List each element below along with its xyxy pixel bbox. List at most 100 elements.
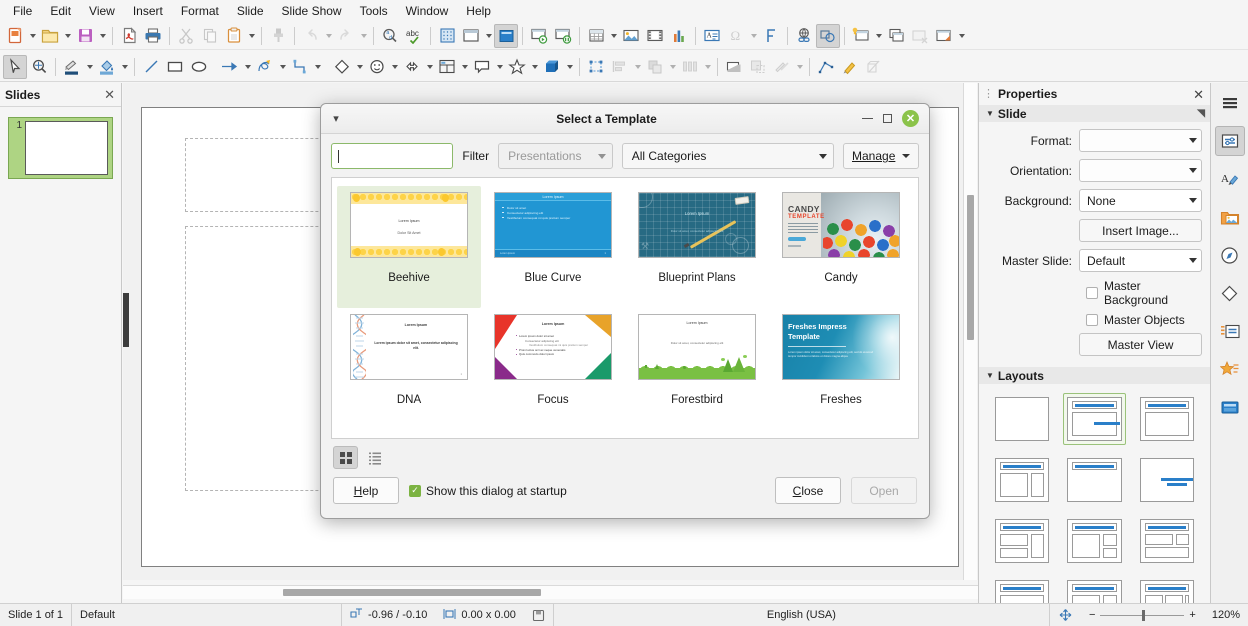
curves-polygons-icon[interactable] [253,55,277,79]
print-icon[interactable] [141,24,165,48]
background-dropdown[interactable]: None [1079,189,1202,212]
master-view-button[interactable]: Master View [1079,333,1202,356]
flowchart-icon[interactable] [435,55,459,79]
glue-points-icon[interactable] [838,55,862,79]
gallery-icon[interactable] [1215,202,1245,232]
slide-panel-header[interactable]: ▼ Slide ◥ [979,105,1210,122]
layout-title-two-content-content[interactable] [991,515,1053,567]
master-background-checkbox[interactable] [1086,287,1098,299]
callout-shapes-icon[interactable] [470,55,494,79]
align-objects-dropdown-icon[interactable] [632,55,643,79]
menu-tools[interactable]: Tools [351,2,397,20]
language-status[interactable]: English (USA) [552,603,1049,626]
search-input[interactable] [331,143,454,169]
menu-edit[interactable]: Edit [41,2,80,20]
manage-button[interactable]: Manage [843,143,919,169]
layout-title-content[interactable] [1063,393,1126,445]
shapes-icon[interactable] [1215,278,1245,308]
template-item-forestbird[interactable]: Lorem Ipsum Dolor sit amet, consectetur … [625,308,769,430]
master-objects-checkbox[interactable] [1086,314,1098,326]
special-character-icon[interactable]: Ω [724,24,748,48]
connectors-dropdown-icon[interactable] [312,55,323,79]
close-icon[interactable]: ✕ [104,88,115,101]
format-dropdown[interactable] [1079,129,1202,152]
line-color-dropdown-icon[interactable] [84,55,95,79]
start-from-first-slide-icon[interactable] [527,24,551,48]
new-slide-dropdown-icon[interactable] [873,24,884,48]
hyperlink-icon[interactable] [792,24,816,48]
sidebar-settings-icon[interactable] [1215,88,1245,118]
layout-centered-text[interactable] [1136,454,1198,506]
close-icon[interactable]: ✕ [902,110,919,127]
styles-icon[interactable]: A [1215,164,1245,194]
menu-window[interactable]: Window [397,2,458,20]
symbol-shapes-icon[interactable] [365,55,389,79]
slide-layout-preview-icon[interactable] [494,23,518,48]
template-item-blueprint-plans[interactable]: ⚒ Lorem Ipsum Dolor sit amet, consectetu… [625,186,769,308]
template-item-blue-curve[interactable]: Lorem Ipsum Dolor sit amet Consectetur a… [481,186,625,308]
basic-shapes-dropdown-icon[interactable] [354,55,365,79]
minimize-icon[interactable] [862,118,873,119]
insert-audio-video-icon[interactable] [643,24,667,48]
redo-dropdown-icon[interactable] [358,24,369,48]
layout-title-two-content-over-content[interactable] [1136,515,1198,567]
chevron-down-icon[interactable]: ▾ [321,112,351,125]
insert-line-icon[interactable] [139,55,163,79]
zoom-handle[interactable] [1142,609,1146,621]
symbol-shapes-dropdown-icon[interactable] [389,55,400,79]
arrange-icon[interactable] [643,55,667,79]
filter-icon[interactable] [770,55,794,79]
distribute-icon[interactable] [678,55,702,79]
template-item-beehive[interactable]: Lorem Ipsum Dolor Sit Amet Beehive [337,186,481,308]
unsaved-changes-icon[interactable] [524,604,553,626]
horizontal-scrollbar-thumb[interactable] [283,589,541,596]
callout-shapes-dropdown-icon[interactable] [494,55,505,79]
stars-banners-icon[interactable] [505,55,529,79]
rectangle-icon[interactable] [163,55,187,79]
show-at-startup-row[interactable]: ✓ Show this dialog at startup [409,484,567,498]
shadow-icon[interactable] [722,55,746,79]
more-options-icon[interactable]: ◥ [1197,108,1205,119]
redo-icon[interactable] [334,24,358,48]
zoom-icon[interactable] [27,55,51,79]
layouts-panel-header[interactable]: ▼ Layouts [979,367,1210,384]
duplicate-slide-icon[interactable] [884,24,908,48]
block-arrows-icon[interactable] [400,55,424,79]
master-objects-row[interactable]: Master Objects [983,313,1202,327]
zoom-track[interactable] [1100,609,1185,621]
delete-slide-icon[interactable] [908,24,932,48]
new-slide-icon[interactable] [849,24,873,48]
filter-dropdown-icon[interactable] [794,55,805,79]
menu-format[interactable]: Format [172,2,228,20]
table-dropdown-icon[interactable] [608,24,619,48]
special-character-dropdown-icon[interactable] [748,24,759,48]
animation-icon[interactable] [1215,354,1245,384]
new-icon[interactable] [3,24,27,48]
points-icon[interactable] [814,55,838,79]
menu-slide-show[interactable]: Slide Show [273,2,351,20]
close-button[interactable]: Close [775,477,841,504]
layout-title-two-content[interactable] [991,454,1053,506]
rotate-icon[interactable] [584,55,608,79]
layout-title-only[interactable] [1063,454,1125,506]
3d-objects-dropdown-icon[interactable] [564,55,575,79]
insert-chart-icon[interactable] [667,24,691,48]
lines-arrows-icon[interactable] [218,55,242,79]
zoom-out-button[interactable]: − [1089,609,1095,621]
orientation-dropdown[interactable] [1079,159,1202,182]
insert-text-box-icon[interactable]: A [700,24,724,48]
connectors-icon[interactable] [288,55,312,79]
close-icon[interactable]: ✕ [1193,88,1204,101]
find-replace-icon[interactable]: ad [378,24,402,48]
stars-banners-dropdown-icon[interactable] [529,55,540,79]
menu-insert[interactable]: Insert [124,2,172,20]
undo-dropdown-icon[interactable] [323,24,334,48]
spelling-icon[interactable]: abc [402,24,426,48]
arrange-dropdown-icon[interactable] [667,55,678,79]
grid-view-icon[interactable] [333,446,358,469]
master-background-row[interactable]: Master Background [983,279,1202,307]
menu-file[interactable]: File [4,2,41,20]
layout-title-content-two-content[interactable] [1063,515,1125,567]
export-pdf-icon[interactable] [117,24,141,48]
save-dropdown-icon[interactable] [97,24,108,48]
